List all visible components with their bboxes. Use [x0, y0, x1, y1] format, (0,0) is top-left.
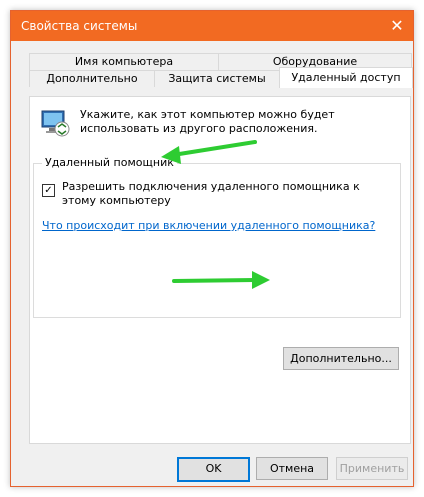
tab-remote[interactable]: Удаленный доступ	[279, 67, 413, 88]
cancel-button[interactable]: Отмена	[256, 457, 328, 480]
green-arrow	[161, 140, 257, 164]
title-bar: Свойства системы ✕	[11, 11, 413, 41]
remote-assistance-group: Удаленный помощник ✓ Разрешить подключен…	[33, 156, 401, 370]
help-link[interactable]: Что происходит при включении удаленного …	[42, 219, 375, 232]
allow-remote-assistance-checkbox[interactable]: ✓	[42, 184, 55, 197]
tab-advanced[interactable]: Дополнительно	[29, 70, 155, 87]
apply-button[interactable]: Применить	[336, 457, 408, 480]
allow-remote-assistance-label[interactable]: Разрешить подключения удаленного помощни…	[62, 180, 362, 208]
green-arrow	[172, 271, 270, 289]
window-title: Свойства системы	[21, 19, 138, 33]
close-icon[interactable]: ✕	[381, 11, 413, 41]
tab-system-protection[interactable]: Защита системы	[154, 70, 280, 87]
system-properties-window: Свойства системы ✕ Имя компьютера Оборуд…	[10, 10, 414, 487]
ok-button[interactable]: OK	[177, 457, 250, 482]
tab-row-bottom: Дополнительно Защита системы Удаленный д…	[29, 67, 413, 88]
tab-computer-name[interactable]: Имя компьютера	[29, 53, 219, 70]
computer-icon	[41, 110, 70, 137]
advanced-button[interactable]: Дополнительно...	[283, 347, 399, 370]
intro-text: Укажите, как этот компьютер можно будет …	[80, 108, 335, 135]
